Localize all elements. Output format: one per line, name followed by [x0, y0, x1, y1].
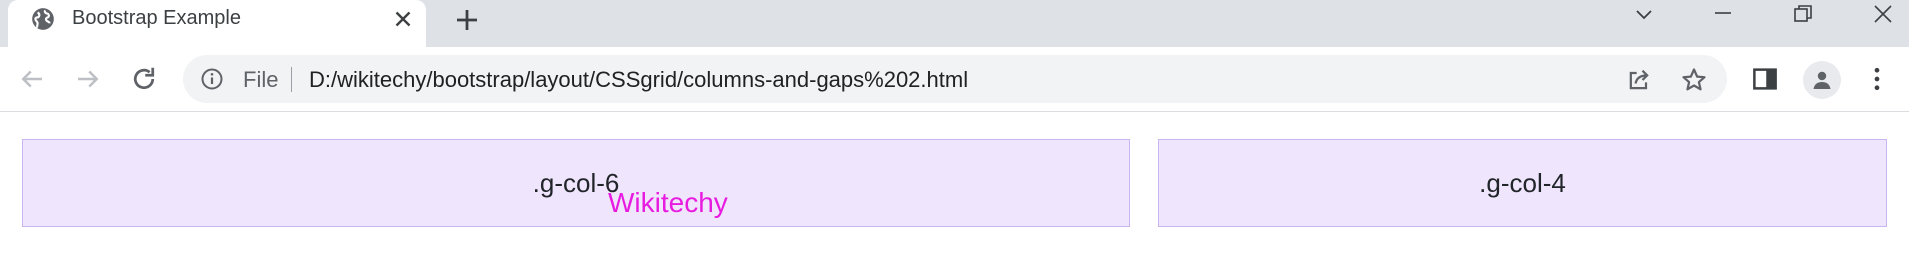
close-window-icon[interactable] — [1863, 0, 1903, 30]
restore-icon[interactable] — [1783, 0, 1823, 30]
tab-strip: Bootstrap Example — [0, 0, 1909, 47]
tab-search-icon[interactable] — [1624, 0, 1664, 30]
scheme-label[interactable]: File — [243, 67, 278, 93]
back-arrow-icon[interactable] — [17, 64, 47, 94]
forward-arrow-icon[interactable] — [73, 64, 103, 94]
browser-toolbar: File D:/wikitechy/bootstrap/layout/CSSgr… — [0, 47, 1909, 112]
side-panel-icon[interactable] — [1750, 64, 1780, 94]
tab-close-icon[interactable] — [390, 6, 416, 32]
browser-tab[interactable]: Bootstrap Example — [8, 0, 426, 47]
address-bar[interactable]: File D:/wikitechy/bootstrap/layout/CSSgr… — [183, 55, 1727, 103]
grid-cell-col-4: .g-col-4 — [1158, 139, 1887, 227]
reload-icon[interactable] — [129, 64, 159, 94]
new-tab-icon[interactable] — [452, 5, 482, 35]
watermark-text: Wikitechy — [608, 187, 728, 218]
tab-title: Bootstrap Example — [72, 7, 241, 29]
share-icon[interactable] — [1625, 66, 1653, 94]
info-icon[interactable] — [200, 67, 224, 91]
minimize-icon[interactable] — [1703, 0, 1743, 30]
url-text[interactable]: D:/wikitechy/bootstrap/layout/CSSgrid/co… — [309, 67, 968, 93]
profile-icon[interactable] — [1803, 61, 1841, 99]
page-content: .g-col-6 .g-col-4 Wikitechy — [0, 112, 1909, 262]
grid-cell-label: .g-col-4 — [1479, 167, 1566, 198]
globe-icon — [30, 6, 56, 32]
omnibox-divider — [291, 67, 292, 92]
grid-cell-label: .g-col-6 — [532, 167, 620, 198]
grid-cell-col-6: .g-col-6 — [22, 139, 1130, 227]
menu-icon[interactable] — [1862, 64, 1892, 94]
star-icon[interactable] — [1680, 66, 1708, 94]
